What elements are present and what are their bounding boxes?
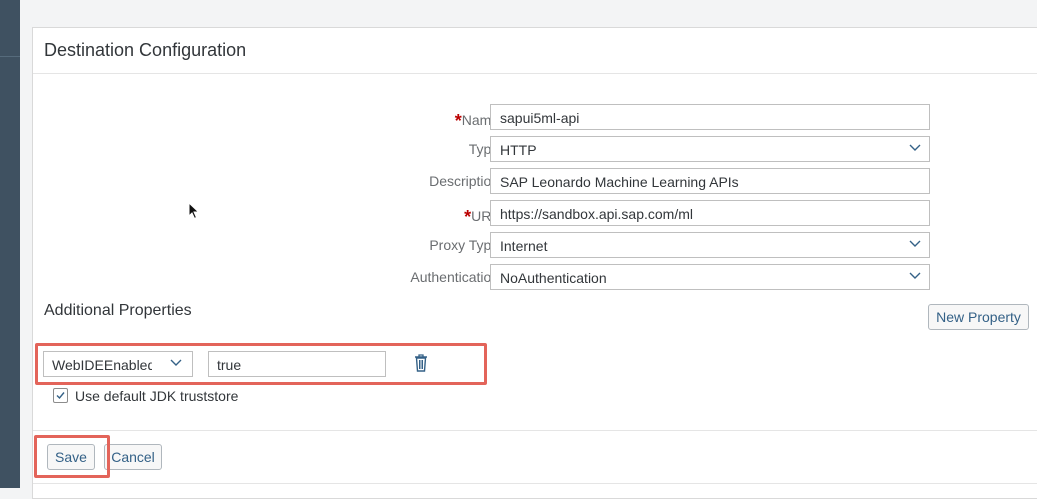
rail-divider xyxy=(0,56,20,57)
chevron-down-icon xyxy=(909,144,921,151)
url-row: *URL: https://sandbox.api.sap.com/ml xyxy=(33,200,1033,227)
use-default-jdk-truststore-label: Use default JDK truststore xyxy=(75,388,239,404)
required-marker: * xyxy=(454,111,462,131)
panel-bottom-divider xyxy=(33,483,1037,484)
description-row: Description: SAP Leonardo Machine Learni… xyxy=(33,168,1033,194)
name-input[interactable]: sapui5ml-api xyxy=(490,104,930,130)
mouse-pointer-icon xyxy=(188,202,200,220)
additional-properties-title: Additional Properties xyxy=(44,302,192,319)
cancel-button[interactable]: Cancel xyxy=(104,444,162,470)
property-row-highlight xyxy=(35,343,487,385)
footer-divider xyxy=(33,430,1037,431)
url-input[interactable]: https://sandbox.api.sap.com/ml xyxy=(490,200,930,226)
left-rail xyxy=(0,0,20,488)
panel-header: Destination Configuration xyxy=(33,28,1037,74)
destination-configuration-panel: Destination Configuration *Name: sapui5m… xyxy=(32,27,1037,499)
panel-title: Destination Configuration xyxy=(44,40,247,60)
new-property-button[interactable]: New Property xyxy=(928,304,1029,330)
checkmark-icon xyxy=(56,392,65,400)
use-default-jdk-truststore-checkbox[interactable] xyxy=(53,388,68,403)
save-button-highlight xyxy=(34,435,110,478)
description-input[interactable]: SAP Leonardo Machine Learning APIs xyxy=(490,168,930,194)
proxy-type-row: Proxy Type: Internet xyxy=(33,232,1033,258)
chevron-down-icon xyxy=(909,272,921,279)
required-marker: * xyxy=(464,207,472,227)
name-row: *Name: sapui5ml-api xyxy=(33,104,1033,131)
type-row: Type: HTTP xyxy=(33,136,1033,162)
authentication-select[interactable]: NoAuthentication xyxy=(490,264,930,290)
proxy-type-select[interactable]: Internet xyxy=(490,232,930,258)
type-select[interactable]: HTTP xyxy=(490,136,930,162)
chevron-down-icon xyxy=(909,240,921,247)
authentication-row: Authentication: NoAuthentication xyxy=(33,264,1033,290)
